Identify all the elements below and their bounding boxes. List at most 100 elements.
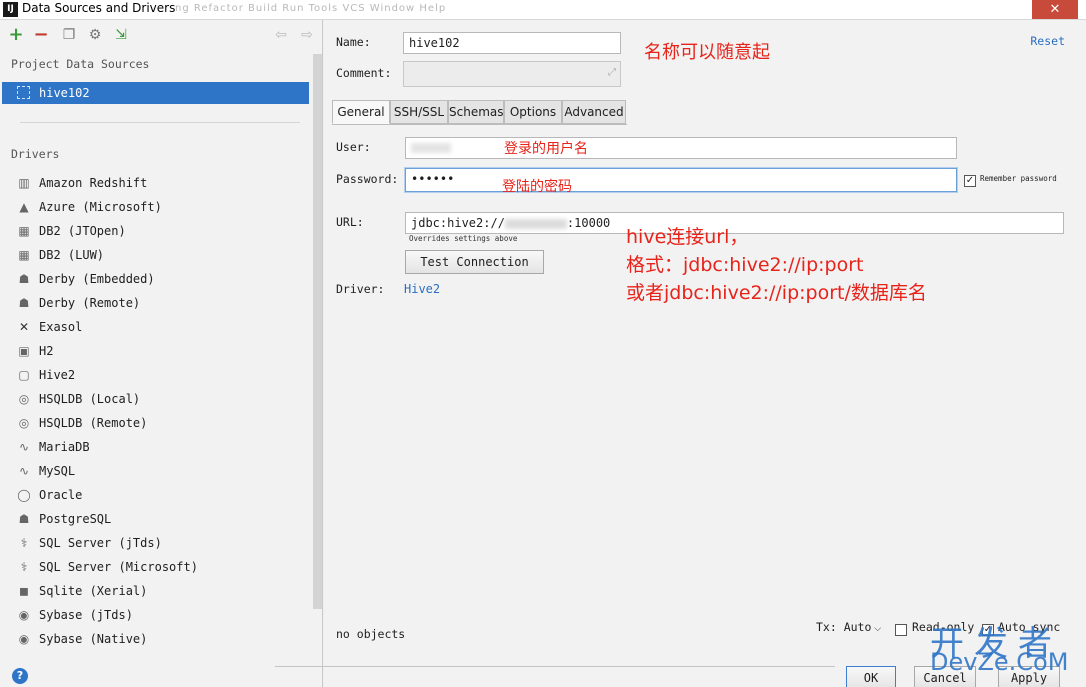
remember-password-checkbox[interactable]: ✓ [964, 175, 976, 187]
driver-item-postgresql[interactable]: ☗ PostgreSQL [0, 508, 310, 532]
blurred-username [411, 143, 451, 153]
exasol-icon: ✕ [18, 320, 30, 334]
import-icon[interactable]: ⇲ [112, 26, 130, 44]
overrides-hint: Overrides settings above [409, 234, 518, 243]
remove-icon[interactable]: − [32, 26, 50, 44]
tab-ssh-ssl[interactable]: SSH/SSL [390, 100, 448, 124]
duplicate-icon[interactable]: ❐ [60, 26, 78, 44]
sidebar-scrollbar[interactable] [313, 54, 322, 609]
blurred-host [504, 218, 567, 229]
sidebar: + − ❐ ⚙ ⇲ ⇦ ⇨ Project Data Sources hive1… [0, 20, 323, 687]
driver-item-db2-luw[interactable]: ▦ DB2 (LUW) [0, 244, 310, 268]
driver-item-exasol[interactable]: ✕ Exasol [0, 316, 310, 340]
driver-label: Sybase (Native) [39, 632, 148, 646]
watermark-logo-text: DevZe.CoM [930, 648, 1069, 676]
comment-label: Comment: [336, 66, 392, 80]
background-menu-text: ng Refactor Build Run Tools VCS Window H… [175, 3, 447, 14]
sidebar-toolbar: + − ❐ ⚙ ⇲ ⇦ ⇨ [0, 24, 323, 48]
annotation-url-note-1: hive连接url， [626, 226, 749, 248]
driver-item-hsqldb-local[interactable]: ◎ HSQLDB (Local) [0, 388, 310, 412]
driver-item-derby-remote[interactable]: ☗ Derby (Remote) [0, 292, 310, 316]
tab-general[interactable]: General [332, 100, 390, 124]
driver-item-oracle[interactable]: ◯ Oracle [0, 484, 310, 508]
driver-link[interactable]: Hive2 [404, 282, 440, 296]
tab-schemas[interactable]: Schemas [448, 100, 504, 124]
azure-icon: ▲ [19, 200, 29, 214]
chevron-down-icon: ⌵ [871, 624, 882, 634]
title-bar: IJ Data Sources and Drivers ng Refactor … [0, 0, 1086, 20]
window-title: Data Sources and Drivers [22, 1, 176, 15]
drivers-heading: Drivers [11, 147, 60, 161]
remember-password-label: Remember password [980, 174, 1057, 183]
driver-item-sqlserver-microsoft[interactable]: ⚕ SQL Server (Microsoft) [0, 556, 310, 580]
driver-item-hive2[interactable]: ▢ Hive2 [0, 364, 310, 388]
read-only-checkbox[interactable] [895, 624, 907, 636]
driver-label: Oracle [39, 488, 83, 502]
driver-label: Amazon Redshift [39, 176, 148, 190]
driver-label: Sqlite (Xerial) [39, 584, 148, 598]
driver-item-sqlserver-jtds[interactable]: ⚕ SQL Server (jTds) [0, 532, 310, 556]
name-field[interactable]: hive102 [403, 32, 621, 54]
hive-datasource-icon [17, 86, 30, 99]
status-text: no objects [336, 627, 406, 641]
annotation-name-note: 名称可以随意起 [644, 42, 770, 63]
driver-item-sqlite[interactable]: ◼ Sqlite (Xerial) [0, 580, 310, 604]
annotation-url-note-2: 格式：jdbc:hive2://ip:port [626, 254, 864, 276]
redshift-icon: ▥ [18, 176, 30, 190]
password-field[interactable]: •••••• [405, 168, 957, 192]
driver-item-mariadb[interactable]: ∿ MariaDB [0, 436, 310, 460]
driver-label: MariaDB [39, 440, 90, 454]
expand-icon[interactable]: ⤢ [608, 67, 616, 78]
driver-item-azure[interactable]: ▲ Azure (Microsoft) [0, 196, 310, 220]
driver-label: Exasol [39, 320, 83, 334]
help-icon[interactable]: ? [12, 668, 28, 684]
driver-item-derby-embedded[interactable]: ☗ Derby (Embedded) [0, 268, 310, 292]
hsqldb-icon: ◎ [18, 392, 30, 406]
user-label: User: [336, 140, 371, 154]
driver-item-sybase-native[interactable]: ◉ Sybase (Native) [0, 628, 310, 652]
project-sources-heading: Project Data Sources [11, 57, 150, 71]
ok-button[interactable]: OK [846, 666, 896, 687]
transaction-mode-dropdown[interactable]: Tx: Auto ⌵ [816, 620, 881, 634]
driver-item-db2-jtopen[interactable]: ▦ DB2 (JTOpen) [0, 220, 310, 244]
mysql-dolphin-icon: ∿ [18, 464, 30, 478]
test-connection-button[interactable]: Test Connection [405, 250, 544, 274]
settings-icon[interactable]: ⚙ [86, 26, 104, 44]
driver-item-h2[interactable]: ▣ H2 [0, 340, 310, 364]
url-suffix: :10000 [566, 216, 611, 230]
driver-label: SQL Server (Microsoft) [39, 560, 198, 574]
driver-item-hsqldb-remote[interactable]: ◎ HSQLDB (Remote) [0, 412, 310, 436]
tab-advanced[interactable]: Advanced [562, 100, 626, 124]
forward-arrow-icon[interactable]: ⇨ [298, 26, 316, 44]
close-window-button[interactable]: ✕ [1032, 0, 1078, 19]
driver-item-amazon-redshift[interactable]: ▥ Amazon Redshift [0, 172, 310, 196]
annotation-password-note: 登陆的密码 [502, 179, 572, 195]
driver-item-mysql[interactable]: ∿ MySQL [0, 460, 310, 484]
password-label: Password: [336, 172, 399, 186]
mariadb-seal-icon: ∿ [18, 440, 30, 454]
reset-link[interactable]: Reset [1030, 34, 1065, 48]
derby-hat-icon: ☗ [18, 272, 30, 286]
transaction-mode-label: Tx: Auto [816, 620, 872, 634]
driver-label: Derby (Remote) [39, 296, 141, 310]
back-arrow-icon[interactable]: ⇦ [272, 26, 290, 44]
url-prefix: jdbc:hive2:// [411, 216, 505, 230]
driver-label: Hive2 [39, 368, 76, 382]
driver-item-sybase-jtds[interactable]: ◉ Sybase (jTds) [0, 604, 310, 628]
comment-field[interactable]: ⤢ [403, 61, 621, 87]
driver-label: HSQLDB (Remote) [39, 416, 148, 430]
sidebar-item-hive102[interactable]: hive102 [2, 82, 309, 104]
postgresql-elephant-icon: ☗ [18, 512, 30, 526]
user-field[interactable] [405, 137, 957, 159]
annotation-user-note: 登录的用户名 [504, 141, 588, 157]
driver-label: Sybase (jTds) [39, 608, 133, 622]
divider [20, 122, 300, 123]
driver-label: Driver: [336, 282, 385, 296]
db2-icon: ▦ [18, 224, 30, 238]
driver-label: MySQL [39, 464, 76, 478]
add-icon[interactable]: + [7, 26, 25, 44]
bottom-divider [275, 666, 835, 667]
sqlserver-icon: ⚕ [20, 536, 28, 550]
datasource-settings-panel: Name: hive102 名称可以随意起 Reset Comment: ⤢ G… [324, 20, 1086, 687]
tab-options[interactable]: Options [504, 100, 562, 124]
